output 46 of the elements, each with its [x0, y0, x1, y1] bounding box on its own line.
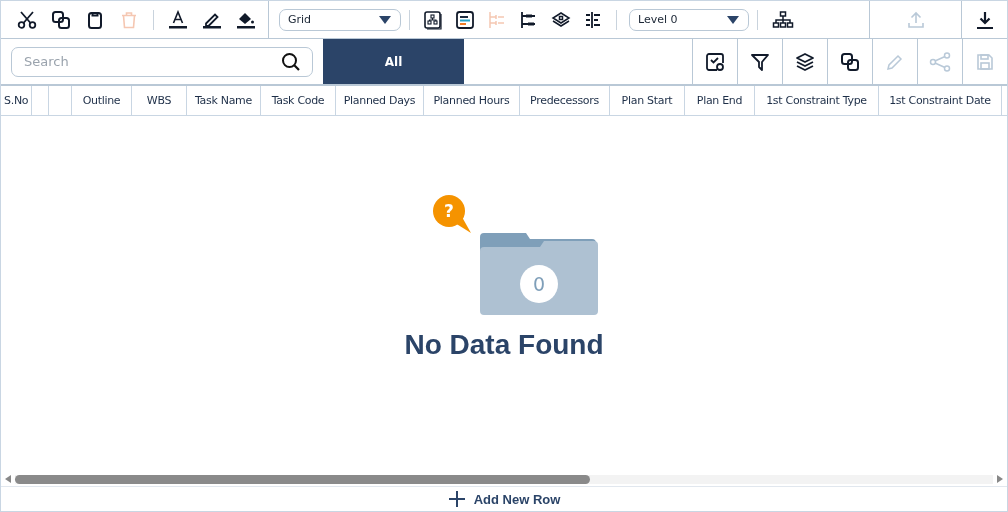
column-header[interactable]: WBS — [132, 86, 187, 115]
hierarchy-icon — [772, 9, 794, 30]
column-header[interactable]: 1st Constraint Type — [755, 86, 879, 115]
column-header[interactable]: Predecessors — [520, 86, 610, 115]
column-header[interactable]: S.No — [1, 86, 32, 115]
search-field[interactable]: Search — [11, 46, 313, 77]
share-icon — [929, 51, 951, 72]
upload-icon — [905, 9, 926, 30]
column-header[interactable]: Task Name — [187, 86, 261, 115]
view-dropdown[interactable]: Grid — [279, 8, 401, 31]
font-color-icon — [168, 9, 188, 30]
download-icon — [974, 9, 995, 30]
scissors-icon — [17, 9, 37, 30]
question-mark: ? — [443, 201, 455, 221]
trash-icon — [119, 9, 139, 30]
colored-bars-icon — [455, 9, 475, 30]
align-lines-icon — [583, 9, 603, 30]
layers-icon — [551, 9, 571, 30]
save-icon — [975, 51, 995, 72]
caret-icon — [726, 14, 740, 25]
checked-view-icon — [705, 51, 725, 72]
column-header[interactable]: Plan End — [685, 86, 755, 115]
org-chart-card-icon — [423, 9, 443, 30]
column-header[interactable]: Plan Start — [610, 86, 685, 115]
column-header[interactable]: Planned Days — [336, 86, 424, 115]
filter-tab[interactable]: All — [323, 39, 464, 84]
column-header[interactable]: 1st Constraint Date — [879, 86, 1002, 115]
column-header[interactable]: Planned Hours — [424, 86, 520, 115]
empty-message: No Data Found — [404, 329, 604, 361]
plus-icon — [447, 490, 466, 508]
scrollbar-thumb[interactable] — [15, 474, 590, 484]
column-header[interactable]: Task Code — [261, 86, 336, 115]
copy-icon — [840, 51, 860, 72]
column-header[interactable]: Outline — [72, 86, 132, 115]
scroll-right-icon[interactable] — [995, 474, 1005, 484]
tree-icon — [487, 9, 507, 30]
stack-icon — [795, 51, 815, 72]
search-icon — [281, 51, 301, 72]
copy-icon — [51, 9, 71, 30]
add-row-button[interactable]: Add New Row — [441, 489, 567, 509]
clipboard-icon — [85, 9, 105, 30]
caret-icon — [378, 14, 392, 25]
speech-bubble-icon — [433, 195, 473, 235]
filter-icon — [750, 51, 770, 72]
scroll-left-icon[interactable] — [3, 474, 13, 484]
level-dropdown[interactable]: Level 0 — [629, 8, 749, 31]
